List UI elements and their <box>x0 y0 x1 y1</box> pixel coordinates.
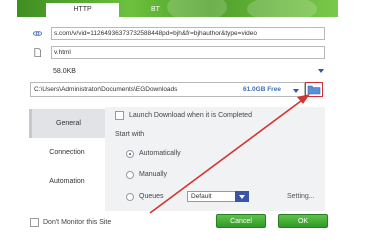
option-manually-label: Manually <box>139 171 168 178</box>
cancel-button[interactable]: Cancel <box>216 214 266 228</box>
filename-field[interactable]: v.html <box>51 46 325 59</box>
free-space-label: 61.0GB Free <box>243 86 281 93</box>
file-icon <box>34 48 42 57</box>
queue-select[interactable]: Default <box>187 191 239 202</box>
option-queues-label: Queues <box>139 193 164 200</box>
url-field[interactable]: s.com/v/vid=11264936373732588448pd=bjh&f… <box>51 27 325 40</box>
sidebar-item-connection[interactable]: Connection <box>29 138 105 167</box>
dont-monitor-label: Don't Monitor this Site <box>43 219 112 226</box>
dont-monitor-checkbox[interactable] <box>30 218 39 227</box>
file-size: 58.0KB <box>53 68 76 75</box>
radio-automatically[interactable] <box>126 150 134 158</box>
chevron-down-icon[interactable] <box>318 69 324 73</box>
option-automatically-label: Automatically <box>139 150 181 157</box>
header-banner: HTTP BT <box>17 0 338 17</box>
settings-sidebar: General Connection Automation <box>29 107 105 211</box>
link-icon <box>33 31 42 36</box>
tab-http[interactable]: HTTP <box>46 3 119 17</box>
tab-bt[interactable]: BT <box>119 3 192 17</box>
queue-dropdown-button[interactable] <box>235 191 249 202</box>
save-path-text: C:\Users\Administrator\Documents\EGDownl… <box>34 86 178 93</box>
radio-manually[interactable] <box>126 171 134 179</box>
chevron-down-icon[interactable] <box>293 89 299 93</box>
queue-select-value: Default <box>191 193 212 200</box>
ok-button[interactable]: OK <box>278 214 328 228</box>
launch-download-checkbox[interactable] <box>115 111 124 120</box>
browse-folder-button[interactable] <box>305 82 323 97</box>
start-with-label: Start with <box>115 131 145 138</box>
folder-icon <box>307 85 321 95</box>
setting-link[interactable]: Setting... <box>287 193 315 200</box>
radio-queues[interactable] <box>126 193 134 201</box>
sidebar-item-automation[interactable]: Automation <box>29 167 105 196</box>
banner-decoration <box>247 0 317 17</box>
sidebar-item-general[interactable]: General <box>29 109 105 138</box>
save-path-field[interactable]: C:\Users\Administrator\Documents\EGDownl… <box>30 82 305 97</box>
launch-download-label: Launch Download when it is Completed <box>129 112 252 119</box>
